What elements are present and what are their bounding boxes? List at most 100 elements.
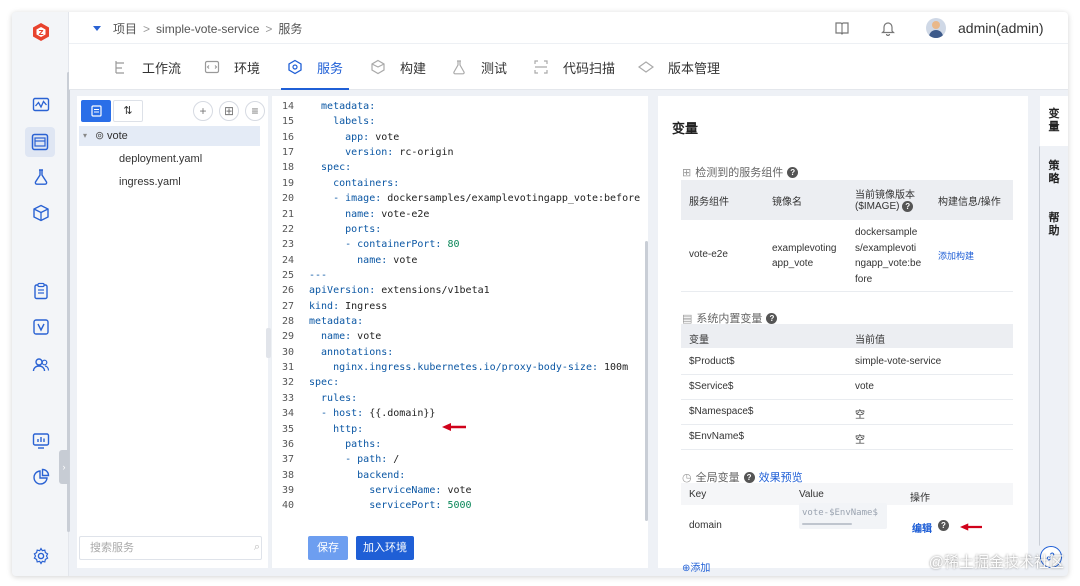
tab-code-scan[interactable]: 代码扫描 xyxy=(533,44,615,90)
file-view-button[interactable] xyxy=(81,100,111,122)
version-doc-icon[interactable] xyxy=(32,318,50,336)
tab-service[interactable]: 服务 xyxy=(280,44,350,90)
side-tab-strategy[interactable]: 策略 xyxy=(1040,160,1068,186)
shared-service-icon[interactable]: ≡ xyxy=(245,101,265,121)
line-number-text: 14 xyxy=(281,101,294,112)
sidebar-collapse-handle[interactable]: › xyxy=(59,450,69,484)
code-line[interactable]: name: vote-e2e xyxy=(309,207,429,222)
col-header-current-value: 当前值 xyxy=(855,335,885,346)
code-line[interactable]: - image: dockersamples/examplevotingapp_… xyxy=(309,191,640,206)
users-icon[interactable] xyxy=(32,356,50,374)
tab-build[interactable]: 构建 xyxy=(370,44,426,90)
help-icon[interactable]: ? xyxy=(743,471,755,483)
yaml-editor[interactable]: 14 metadata: 15 labels: 16 app: vote 17 ver… xyxy=(266,96,648,568)
sort-button[interactable]: ⇅ xyxy=(113,100,143,122)
add-build-link[interactable]: 添加构建 xyxy=(938,249,974,262)
code-line[interactable]: kind: Ingress xyxy=(309,299,387,314)
tree-file-deployment[interactable]: deployment.yaml xyxy=(79,149,260,169)
add-to-environment-button[interactable]: 加入环境 xyxy=(356,536,414,560)
breadcrumb-projects[interactable]: 项目 xyxy=(113,20,137,37)
line-number-text: 22 xyxy=(281,223,294,235)
code-line[interactable]: annotations: xyxy=(309,345,393,360)
username[interactable]: admin(admin) xyxy=(958,20,1068,36)
code-line[interactable]: servicePort: 5000 xyxy=(309,498,471,513)
editor-scrollbar[interactable] xyxy=(645,241,648,521)
col-header-actions: 构建信息/操作 xyxy=(938,197,1001,208)
yaml-value: dockersamples/examplevotingapp_vote:befo… xyxy=(381,193,640,205)
chevron-down-icon[interactable]: ▾ xyxy=(83,126,87,146)
artifact-cube-icon[interactable] xyxy=(32,204,50,222)
breadcrumb-project[interactable]: simple-vote-service xyxy=(156,22,259,36)
side-tab-help[interactable]: 帮助 xyxy=(1040,212,1068,238)
code-line[interactable]: - containerPort: 80 xyxy=(309,237,459,252)
code-line[interactable]: name: vote xyxy=(309,329,381,344)
panel-resize-handle[interactable] xyxy=(266,328,271,358)
pie-chart-icon[interactable] xyxy=(32,468,50,486)
var-value: 空 xyxy=(855,435,865,446)
zadig-logo-icon[interactable]: Z xyxy=(31,22,51,42)
code-line[interactable]: ports: xyxy=(309,222,381,237)
monitor-chart-icon[interactable] xyxy=(32,432,50,450)
code-line[interactable]: apiVersion: extensions/v1beta1 xyxy=(309,283,490,298)
user-avatar[interactable] xyxy=(926,18,946,38)
code-line[interactable]: spec: xyxy=(309,375,339,390)
code-line[interactable]: rules: xyxy=(309,391,357,406)
tree-folder-vote[interactable]: ▾ ⊚ vote xyxy=(79,126,260,146)
test-flask-icon[interactable] xyxy=(32,168,50,186)
save-button[interactable]: 保存 xyxy=(308,536,348,560)
code-line[interactable]: - path: / xyxy=(309,452,399,467)
code-line[interactable]: containers: xyxy=(309,176,399,191)
col-header-value: Value xyxy=(799,489,824,500)
line-number: 18 xyxy=(272,160,306,175)
code-line[interactable]: serviceName: vote xyxy=(309,483,471,498)
tab-environment[interactable]: 环境 xyxy=(204,44,260,90)
settings-gear-icon[interactable] xyxy=(32,547,50,565)
code-line[interactable]: app: vote xyxy=(309,130,399,145)
line-number: 21 xyxy=(272,207,306,222)
row-divider xyxy=(681,424,1013,425)
yaml-key: app: xyxy=(309,131,370,143)
help-icon[interactable]: ? xyxy=(902,201,914,212)
code-line[interactable]: metadata: xyxy=(309,99,375,114)
code-line[interactable]: --- xyxy=(309,268,327,283)
edit-link[interactable]: 编辑 xyxy=(912,520,932,535)
code-line[interactable]: backend: xyxy=(309,468,405,483)
side-tab-variables[interactable]: 变量 xyxy=(1040,96,1068,146)
code-line[interactable]: labels: xyxy=(309,114,375,129)
yaml-key: backend: xyxy=(309,469,406,481)
col-header-variable: 变量 xyxy=(689,335,709,346)
code-line[interactable]: paths: xyxy=(309,437,381,452)
help-icon[interactable]: ? xyxy=(766,312,778,324)
code-line[interactable]: name: vote xyxy=(309,253,417,268)
breadcrumb-dropdown-icon[interactable] xyxy=(93,26,101,31)
help-icon[interactable]: ? xyxy=(787,166,799,178)
service-tree-icon[interactable]: ⊞ xyxy=(219,101,239,121)
help-icon[interactable]: ? xyxy=(938,520,949,531)
tab-version[interactable]: 版本管理 xyxy=(638,44,720,90)
line-number-text: 36 xyxy=(281,438,294,450)
code-line[interactable]: spec: xyxy=(309,160,351,175)
tab-workflow[interactable]: 工作流 xyxy=(112,44,181,90)
project-nav-active[interactable] xyxy=(25,127,55,157)
clipboard-icon[interactable] xyxy=(32,282,50,300)
tree-file-ingress[interactable]: ingress.yaml xyxy=(79,172,260,192)
line-number-text: 33 xyxy=(281,392,294,404)
add-service-icon[interactable]: + xyxy=(193,101,213,121)
tab-version-label: 版本管理 xyxy=(668,60,721,76)
code-line[interactable]: http: xyxy=(309,422,363,437)
col-header-component: 服务组件 xyxy=(689,197,729,208)
service-search-input[interactable]: 搜索服务 xyxy=(79,536,262,560)
global-var-value-field[interactable]: vote-$EnvName$ xyxy=(799,503,887,529)
tab-test[interactable]: 测试 xyxy=(451,44,507,90)
code-area[interactable]: 14 metadata: 15 labels: 16 app: vote 17 ver… xyxy=(272,96,640,536)
code-line[interactable]: - host: {{.domain}} xyxy=(309,406,435,421)
line-number: 35 xyxy=(272,422,306,437)
code-line[interactable]: version: rc-origin xyxy=(309,145,453,160)
code-line[interactable]: metadata: xyxy=(309,314,363,329)
notification-bell-icon[interactable] xyxy=(880,20,896,36)
watermark: @稀土掘金技术社区 xyxy=(928,554,1064,571)
code-line[interactable]: nginx.ingress.kubernetes.io/proxy-body-s… xyxy=(309,360,628,375)
dashboard-icon[interactable] xyxy=(32,96,50,114)
add-variable-button[interactable]: ⊕添加 xyxy=(682,559,710,574)
docs-book-icon[interactable] xyxy=(834,20,850,36)
